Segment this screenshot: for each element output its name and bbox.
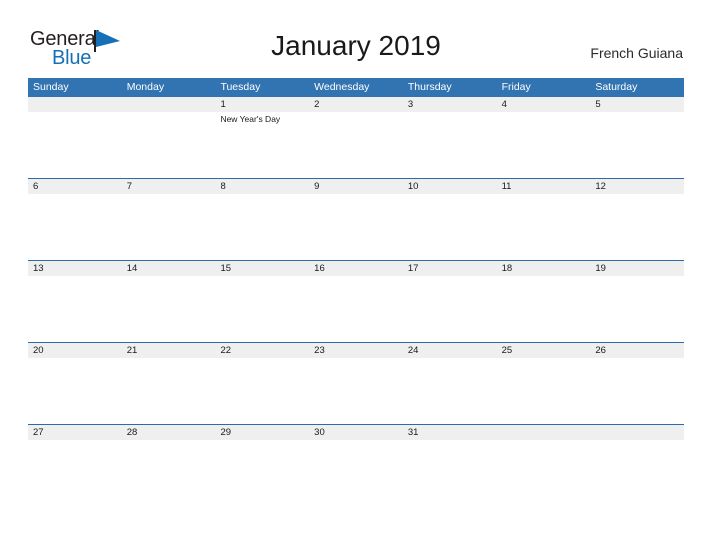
day-number-9[interactable]: 9 — [309, 179, 403, 194]
day-number-strip: 6 7 8 9 10 11 12 — [28, 179, 684, 194]
weekday-header-sunday: Sunday — [33, 81, 69, 93]
weekday-header-tuesday: Tuesday — [220, 81, 261, 93]
day-cell-20[interactable] — [28, 358, 122, 422]
day-number-4[interactable]: 4 — [497, 97, 591, 112]
weekday-header-row: Sunday Monday Tuesday Wednesday Thursday Frid… — [28, 78, 684, 97]
day-cell-4[interactable] — [497, 112, 591, 176]
day-number-strip: 12345 — [28, 97, 684, 112]
day-cell-2[interactable] — [309, 112, 403, 176]
day-number-strip: 20 21 22 23 24 25 26 — [28, 343, 684, 358]
day-cell-17[interactable] — [403, 276, 497, 340]
day-number-15[interactable]: 15 — [215, 261, 309, 276]
day-number-26[interactable]: 26 — [590, 343, 684, 358]
calendar-event: New Year's Day — [220, 114, 281, 124]
day-cell-29[interactable] — [215, 440, 309, 528]
weekday-header-wednesday: Wednesday — [314, 81, 370, 93]
day-cell-24[interactable] — [403, 358, 497, 422]
day-number-empty — [590, 425, 684, 440]
day-cell-empty — [497, 440, 591, 528]
weekday-header-monday: Monday — [126, 81, 165, 93]
day-number-14[interactable]: 14 — [122, 261, 216, 276]
day-number-16[interactable]: 16 — [309, 261, 403, 276]
day-number-23[interactable]: 23 — [309, 343, 403, 358]
day-cell-empty — [590, 440, 684, 528]
day-number-21[interactable]: 21 — [122, 343, 216, 358]
day-cell-3[interactable] — [403, 112, 497, 176]
day-cell-14[interactable] — [122, 276, 216, 340]
region-label: French Guiana — [590, 45, 683, 61]
day-number-10[interactable]: 10 — [403, 179, 497, 194]
day-number-12[interactable]: 12 — [590, 179, 684, 194]
day-cell-8[interactable] — [215, 194, 309, 258]
day-cell-27[interactable] — [28, 440, 122, 528]
day-cell-31[interactable] — [403, 440, 497, 528]
day-cell-9[interactable] — [309, 194, 403, 258]
calendar-weeks: 1 2 3 4 5 New Year's Day 6 7 8 9 10 11 12 13 14 15 16 17 1… — [28, 97, 684, 530]
day-cell-19[interactable] — [590, 276, 684, 340]
day-number-6[interactable]: 6 — [28, 179, 122, 194]
day-number-30[interactable]: 30 — [309, 425, 403, 440]
day-number-1[interactable]: 1 — [215, 97, 309, 112]
day-cell-empty — [122, 112, 216, 176]
day-events-strip — [28, 194, 684, 258]
day-number-29[interactable]: 29 — [215, 425, 309, 440]
day-cell-26[interactable] — [590, 358, 684, 422]
day-number-13[interactable]: 13 — [28, 261, 122, 276]
day-cell-30[interactable] — [309, 440, 403, 528]
day-cell-1[interactable]: New Year's Day — [215, 112, 309, 176]
day-number-8[interactable]: 8 — [215, 179, 309, 194]
day-number-11[interactable]: 11 — [497, 179, 591, 194]
day-number-3[interactable]: 3 — [403, 97, 497, 112]
day-cell-18[interactable] — [497, 276, 591, 340]
day-number-27[interactable]: 27 — [28, 425, 122, 440]
weekday-header-saturday: Saturday — [595, 81, 638, 93]
day-number-19[interactable]: 19 — [590, 261, 684, 276]
day-number-20[interactable]: 20 — [28, 343, 122, 358]
day-events-strip — [28, 276, 684, 340]
day-number-5[interactable]: 5 — [590, 97, 684, 112]
day-number-24[interactable]: 24 — [403, 343, 497, 358]
calendar-week-row: 20 21 22 23 24 25 26 — [28, 342, 684, 424]
day-cell-7[interactable] — [122, 194, 216, 258]
day-number-28[interactable]: 28 — [122, 425, 216, 440]
day-cell-12[interactable] — [590, 194, 684, 258]
day-number-17[interactable]: 17 — [403, 261, 497, 276]
day-number-empty — [28, 97, 122, 112]
calendar-week-row: 13 14 15 16 17 18 19 — [28, 260, 684, 342]
day-number-25[interactable]: 25 — [497, 343, 591, 358]
day-number-22[interactable]: 22 — [215, 343, 309, 358]
weekday-header-friday: Friday — [501, 81, 531, 93]
day-cell-10[interactable] — [403, 194, 497, 258]
calendar-grid: Sunday Monday Tuesday Wednesday Thursday Frid… — [28, 78, 684, 530]
day-cell-5[interactable] — [590, 112, 684, 176]
day-cell-21[interactable] — [122, 358, 216, 422]
day-number-strip: 27 28 29 30 31 — [28, 425, 684, 440]
day-number-empty — [122, 97, 216, 112]
day-number-strip: 13 14 15 16 17 18 19 — [28, 261, 684, 276]
day-cell-11[interactable] — [497, 194, 591, 258]
day-number-7[interactable]: 7 — [122, 179, 216, 194]
day-cell-15[interactable] — [215, 276, 309, 340]
day-cell-23[interactable] — [309, 358, 403, 422]
calendar-week-row: 1 2 3 4 5 New Year's Day — [28, 97, 684, 178]
day-events-strip — [28, 440, 684, 528]
day-number-2[interactable]: 2 — [309, 97, 403, 112]
day-cell-28[interactable] — [122, 440, 216, 528]
day-cell-22[interactable] — [215, 358, 309, 422]
day-events-strip — [28, 358, 684, 422]
day-cell-16[interactable] — [309, 276, 403, 340]
calendar-week-row: 6 7 8 9 10 11 12 — [28, 178, 684, 260]
day-number-18[interactable]: 18 — [497, 261, 591, 276]
day-cell-empty — [28, 112, 122, 176]
day-number-empty — [497, 425, 591, 440]
day-number-31[interactable]: 31 — [403, 425, 497, 440]
day-cell-25[interactable] — [497, 358, 591, 422]
calendar-week-row: 27 28 29 30 31 — [28, 424, 684, 530]
day-events-strip: New Year's Day — [28, 112, 684, 176]
weekday-header-thursday: Thursday — [407, 81, 452, 93]
day-cell-13[interactable] — [28, 276, 122, 340]
page-header: General Blue January 2019 French Guiana — [0, 0, 712, 76]
day-cell-6[interactable] — [28, 194, 122, 258]
